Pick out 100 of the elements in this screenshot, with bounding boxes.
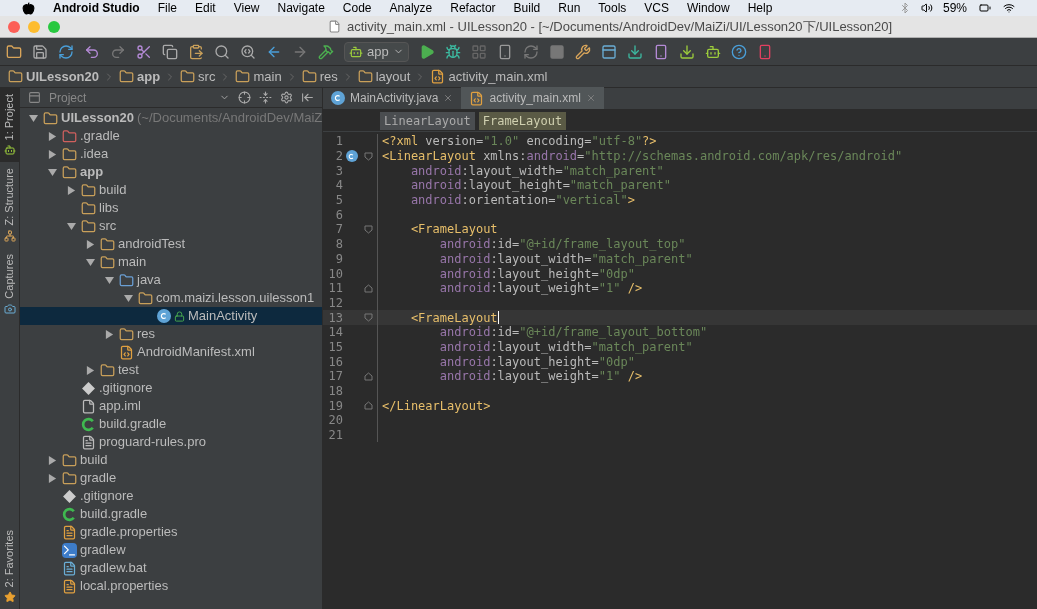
tree-item[interactable]: main — [20, 253, 322, 271]
fold-marker-icon[interactable] — [364, 224, 373, 234]
expanded-arrow-icon[interactable] — [28, 113, 38, 123]
fold-end-icon[interactable] — [364, 401, 373, 411]
breadcrumb-item[interactable]: app — [119, 66, 161, 87]
tree-item[interactable]: com.maizi.lesson.uilesson1 — [20, 289, 322, 307]
tree-item[interactable]: app — [20, 163, 322, 181]
tree-item[interactable]: gradlew — [20, 541, 322, 559]
expanded-arrow-icon[interactable] — [66, 221, 76, 231]
copy-icon[interactable] — [162, 43, 178, 60]
tree-item[interactable]: androidTest — [20, 235, 322, 253]
tree-item[interactable]: test — [20, 361, 322, 379]
open-folder-icon[interactable] — [6, 43, 22, 60]
menu-item[interactable]: Refactor — [450, 0, 496, 17]
tree-item[interactable]: .gitignore — [20, 379, 322, 397]
stop-icon[interactable] — [548, 43, 565, 60]
tree-item[interactable]: src — [20, 217, 322, 235]
menu-item[interactable]: Window — [687, 0, 730, 17]
tree-item[interactable]: java — [20, 271, 322, 289]
menu-item[interactable]: VCS — [644, 0, 669, 17]
breadcrumb-item[interactable]: res — [301, 66, 338, 87]
tree-item[interactable]: build — [20, 451, 322, 469]
menu-item[interactable]: Analyze — [389, 0, 433, 17]
layout-icon[interactable] — [600, 43, 617, 60]
collapsed-arrow-icon[interactable] — [104, 329, 114, 339]
expanded-arrow-icon[interactable] — [47, 167, 57, 177]
view-selector[interactable]: Project — [49, 88, 87, 107]
paste-icon[interactable] — [188, 43, 204, 60]
debug-icon[interactable] — [444, 43, 461, 60]
tree-item[interactable]: app.iml — [20, 397, 322, 415]
tree-item[interactable]: .idea — [20, 145, 322, 163]
collapsed-arrow-icon[interactable] — [85, 239, 95, 249]
menu-item[interactable]: Code — [342, 0, 372, 17]
hide-panel-icon[interactable] — [301, 91, 314, 104]
class-gutter-icon[interactable] — [345, 150, 358, 163]
tree-item[interactable]: AndroidManifest.xml — [20, 343, 322, 361]
close-icon[interactable] — [443, 93, 454, 103]
breadcrumb-item[interactable]: UILesson20 — [8, 66, 99, 87]
collapsed-arrow-icon[interactable] — [85, 365, 95, 375]
tool-window-tab[interactable]: Z: Structure — [0, 162, 19, 248]
settings-icon[interactable] — [280, 91, 293, 104]
editor-tab[interactable]: activity_main.xml — [461, 87, 604, 109]
tree-item[interactable]: gradle.properties — [20, 523, 322, 541]
breadcrumb-item[interactable]: main — [235, 66, 282, 87]
tree-item[interactable]: build.gradle — [20, 505, 322, 523]
tree-item[interactable]: proguard-rules.pro — [20, 433, 322, 451]
tool-window-tab[interactable]: 2: Favorites — [0, 523, 19, 609]
tree-item[interactable]: UILesson20 (~/Documents/AndroidDev/MaiZ — [20, 109, 322, 127]
menu-item[interactable]: Edit — [195, 0, 216, 17]
tool-window-tab[interactable]: 1: Project — [0, 88, 19, 163]
editor-tab[interactable]: MainActivity.java — [323, 87, 462, 109]
file-icon — [81, 398, 96, 414]
close-window-button[interactable] — [8, 20, 20, 33]
sync-icon[interactable] — [58, 43, 74, 60]
tag-path-item[interactable]: FrameLayout — [478, 111, 567, 130]
battery-icon[interactable] — [977, 2, 993, 14]
replace-icon[interactable] — [240, 43, 256, 60]
tool-window-tab[interactable]: Captures — [0, 247, 19, 321]
menu-item[interactable]: View — [233, 0, 260, 17]
collapsed-arrow-icon[interactable] — [66, 185, 76, 195]
fold-end-icon[interactable] — [364, 371, 373, 381]
tree-item[interactable]: build — [20, 181, 322, 199]
search-icon[interactable] — [214, 43, 230, 60]
undo-icon[interactable] — [84, 43, 100, 60]
tree-item[interactable]: libs — [20, 199, 322, 217]
save-icon[interactable] — [32, 43, 48, 60]
volume-icon[interactable] — [920, 2, 933, 14]
wrench-icon[interactable] — [574, 43, 591, 60]
breadcrumb-item[interactable]: src — [180, 66, 216, 87]
redo-icon[interactable] — [110, 43, 126, 60]
breadcrumb-item[interactable]: layout — [357, 66, 411, 87]
cut-icon[interactable] — [136, 43, 152, 60]
menu-item[interactable]: Help — [747, 0, 773, 17]
menu-item[interactable]: File — [157, 0, 177, 17]
download-icon[interactable] — [626, 43, 643, 60]
apple-icon[interactable] — [22, 1, 35, 15]
menu-item[interactable]: Navigate — [277, 0, 325, 17]
run-configuration-dropdown[interactable]: app — [344, 41, 409, 62]
app-menu[interactable]: Android Studio — [53, 0, 140, 17]
tree-item[interactable]: gradlew.bat — [20, 559, 322, 577]
menu-item[interactable]: Tools — [598, 0, 627, 17]
tree-item[interactable]: build.gradle — [20, 415, 322, 433]
menu-item[interactable]: Build — [513, 0, 541, 17]
tree-item[interactable]: local.properties — [20, 577, 322, 595]
fold-marker-icon[interactable] — [364, 151, 373, 161]
collapse-all-icon[interactable] — [259, 91, 272, 104]
tree-item[interactable]: .gitignore — [20, 487, 322, 505]
fold-end-icon[interactable] — [364, 283, 373, 293]
help-icon[interactable] — [730, 43, 747, 60]
locate-icon[interactable] — [238, 91, 251, 104]
breadcrumb-item[interactable]: activity_main.xml — [430, 66, 548, 87]
refresh-icon[interactable] — [522, 43, 539, 60]
tree-item[interactable]: MainActivity — [20, 307, 322, 325]
tree-item[interactable]: res — [20, 325, 322, 343]
tag-path-item[interactable]: LinearLayout — [380, 111, 475, 130]
wifi-icon[interactable] — [1003, 2, 1015, 14]
tree-item[interactable]: .gradle — [20, 127, 322, 145]
tree-item[interactable]: gradle — [20, 469, 322, 487]
menu-item[interactable]: Run — [558, 0, 581, 17]
fold-marker-icon[interactable] — [364, 313, 373, 323]
